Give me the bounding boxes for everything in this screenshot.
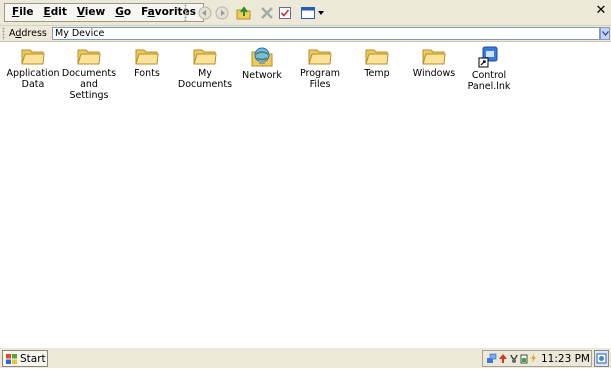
file-control-panel-lnk[interactable]: Control Panel.lnk (461, 46, 517, 92)
power-icon[interactable] (529, 353, 537, 364)
address-input[interactable]: My Device (52, 27, 600, 40)
folder-icon (193, 49, 217, 65)
taskbar: Start 11:23 PM (0, 347, 611, 368)
folder-documents-and-settings[interactable]: Documents and Settings (61, 46, 117, 101)
start-button[interactable]: Start (2, 350, 48, 367)
folder-my-documents[interactable]: My Documents (177, 46, 233, 90)
folder-label: Program Files (299, 68, 341, 90)
delete-icon[interactable] (259, 5, 275, 20)
folder-label: Control Panel.lnk (467, 70, 511, 92)
folder-application-data[interactable]: Application Data (5, 46, 61, 90)
clock[interactable]: 11:23 PM (541, 353, 590, 365)
folder-label: Windows (412, 68, 456, 79)
folder-windows[interactable]: Windows (406, 46, 462, 79)
windows-logo-icon (6, 353, 17, 364)
network-connection-icon[interactable] (486, 353, 497, 364)
toolbar-grip[interactable] (184, 4, 187, 21)
address-grip[interactable] (2, 27, 5, 40)
properties-icon[interactable] (277, 5, 293, 20)
battery-icon[interactable] (520, 353, 528, 364)
chevron-down-icon (601, 31, 609, 36)
address-dropdown-button[interactable] (600, 27, 610, 40)
folder-label: My Documents (177, 68, 233, 90)
folder-icon (21, 49, 45, 65)
folder-icon (77, 49, 101, 65)
menu-file[interactable]: File (7, 4, 39, 21)
folder-label: Fonts (134, 68, 160, 79)
folder-icon (135, 49, 159, 65)
menu-go[interactable]: Go (110, 4, 136, 21)
folder-network[interactable]: Network (234, 46, 290, 81)
folder-label: Temp (364, 68, 390, 79)
up-folder-icon[interactable] (236, 5, 252, 20)
start-label: Start (20, 352, 46, 365)
menu-toolbar-bar: File Edit View Go Favorites ✕ (0, 0, 611, 26)
folder-icon (365, 49, 389, 65)
folder-label: Documents and Settings (61, 68, 117, 101)
address-label: Address (9, 28, 47, 39)
folder-label: Network (242, 70, 282, 81)
view-menu-icon[interactable] (300, 5, 326, 20)
usb-icon[interactable] (509, 353, 519, 364)
folder-temp[interactable]: Temp (349, 46, 405, 79)
shortcut-icon (478, 46, 498, 68)
folder-fonts[interactable]: Fonts (119, 46, 175, 79)
menu-favorites[interactable]: Favorites (136, 4, 201, 21)
close-icon[interactable]: ✕ (594, 3, 608, 19)
show-desktop-button[interactable] (594, 350, 609, 367)
file-list: Application Data Documents and Settings Fo… (0, 42, 611, 347)
menu-view[interactable]: View (72, 4, 110, 21)
menu-edit[interactable]: Edit (39, 4, 72, 21)
address-bar: Address My Device (0, 26, 611, 42)
folder-label: Application Data (6, 68, 60, 90)
folder-icon (308, 49, 332, 65)
network-icon (251, 47, 273, 67)
menu-bar: File Edit View Go Favorites (4, 3, 204, 22)
folder-icon (422, 49, 446, 65)
desktop-icon (596, 353, 607, 364)
system-tray: 11:23 PM (482, 350, 592, 367)
forward-icon[interactable] (214, 5, 230, 20)
back-icon[interactable] (197, 5, 213, 20)
sync-icon[interactable] (498, 353, 508, 364)
folder-program-files[interactable]: Program Files (290, 46, 350, 90)
